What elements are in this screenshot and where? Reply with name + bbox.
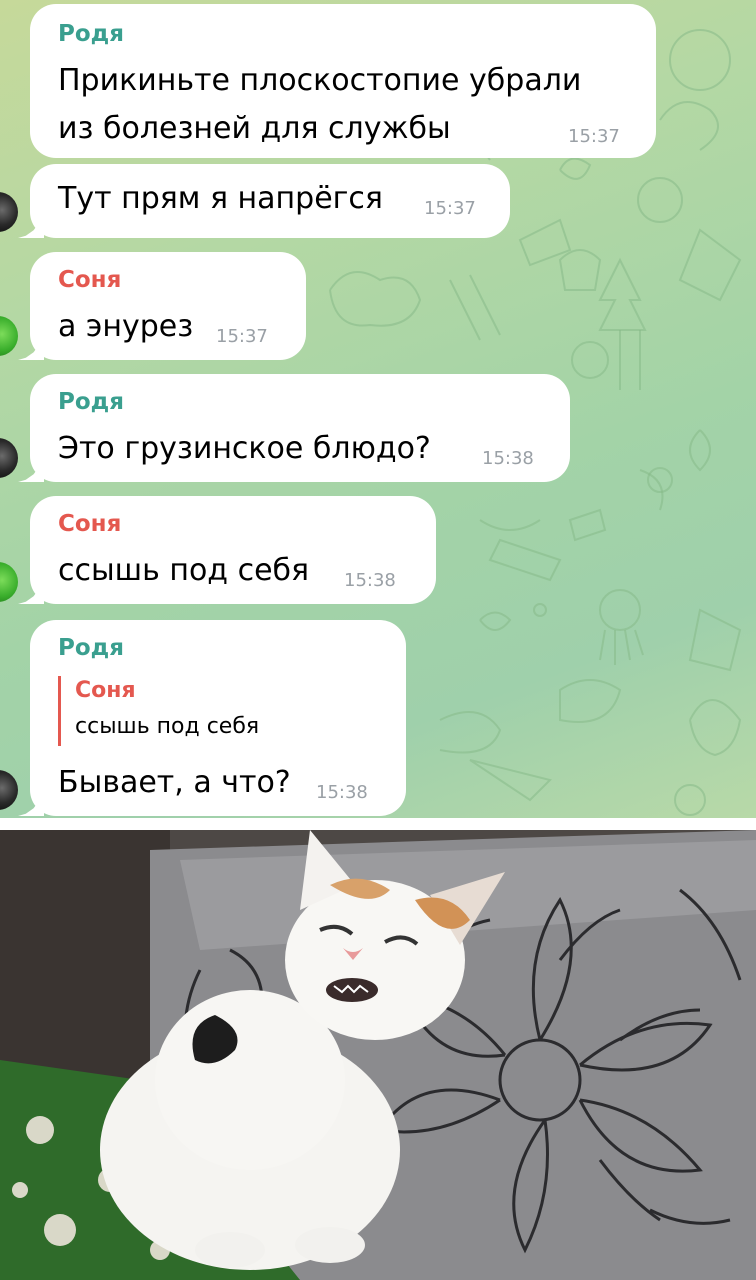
message-bubble[interactable]: Соня ссышь под себя 15:38 (18, 496, 436, 604)
message-text: Бывает, а что? (58, 765, 291, 800)
message-time: 15:38 (482, 448, 534, 469)
message-sender: Родя (58, 635, 125, 661)
message-bubble[interactable]: Тут прям я напрёгся 15:37 (18, 164, 510, 238)
message-time: 15:38 (316, 782, 368, 803)
reply-quote[interactable]: Соня ссышь под себя (58, 676, 361, 746)
message-sender: Родя (58, 389, 125, 415)
message-text: ссышь под себя (58, 553, 310, 588)
message-sender: Соня (58, 511, 122, 537)
message-time: 15:37 (424, 198, 476, 219)
message-text: Прикиньте плоскостопие убрали (58, 63, 582, 98)
screenshot: Родя Прикиньте плоскостопие убрали из бо… (0, 0, 756, 1280)
message-sender: Соня (58, 267, 122, 293)
message-text: Это грузинское блюдо? (58, 431, 431, 466)
message-text: а энурез (58, 309, 194, 344)
message-bubble[interactable]: Родя Прикиньте плоскостопие убрали из бо… (30, 4, 656, 158)
message-text: из болезней для службы (58, 111, 451, 146)
chat-view: Родя Прикиньте плоскостопие убрали из бо… (0, 0, 756, 818)
cat-photo (0, 830, 756, 1280)
message-time: 15:37 (216, 326, 268, 347)
message-bubble[interactable]: Родя Это грузинское блюдо? 15:38 (18, 374, 570, 482)
message-bubble[interactable]: Соня а энурез 15:37 (18, 252, 306, 360)
reply-quote-sender: Соня (75, 678, 136, 703)
message-bubble[interactable]: Родя Соня ссышь под себя Бывает, а что? … (18, 620, 406, 816)
message-time: 15:37 (568, 126, 620, 147)
cat-photo-illustration (0, 830, 756, 1280)
message-text: Тут прям я напрёгся (58, 181, 383, 216)
reply-quote-text: ссышь под себя (75, 714, 260, 739)
message-sender: Родя (58, 21, 125, 47)
message-time: 15:38 (344, 570, 396, 591)
